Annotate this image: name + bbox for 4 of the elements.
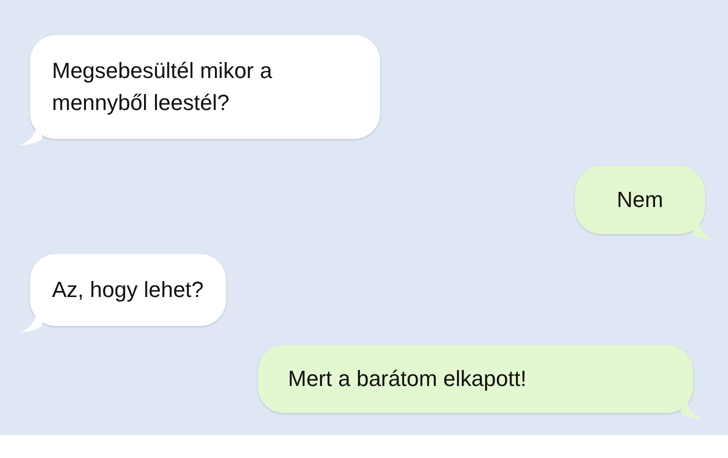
- bubble-tail-icon: [20, 129, 42, 145]
- bubble-tail-icon: [693, 224, 715, 240]
- bubble-tail-icon: [20, 316, 42, 332]
- bubble-tail-icon: [681, 403, 703, 419]
